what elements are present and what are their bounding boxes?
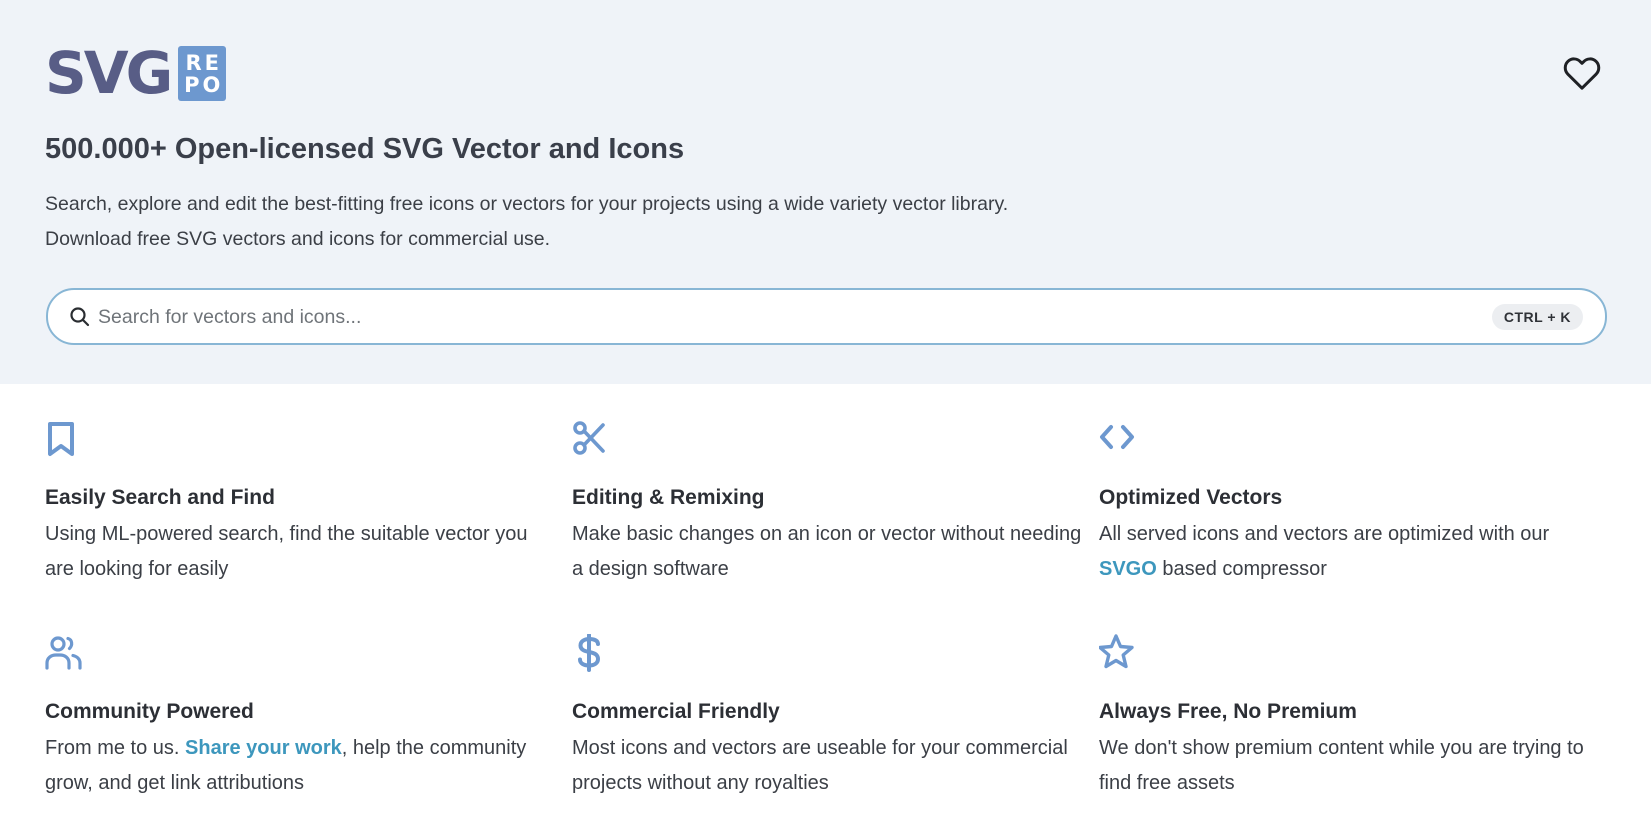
feature-free: Always Free, No Premium We don't show pr… — [1099, 634, 1609, 794]
feature-title: Optimized Vectors — [1099, 486, 1283, 509]
feature-commercial: Commercial Friendly Most icons and vecto… — [572, 634, 1082, 794]
code-icon — [1100, 425, 1134, 449]
search-input[interactable] — [98, 300, 1398, 334]
feature-optimized: Optimized Vectors All served icons and v… — [1099, 420, 1609, 580]
page-subtitle: Search, explore and edit the best-fittin… — [45, 187, 1008, 257]
logo-wordmark: SVG — [45, 39, 173, 107]
svgrepo-logo[interactable]: SVG RE PO — [45, 39, 227, 107]
feature-description: All served icons and vectors are optimiz… — [1099, 523, 1550, 580]
subtitle-line-2: Download free SVG vectors and icons for … — [45, 228, 551, 250]
feature-description: We don't show premium content while you … — [1099, 737, 1584, 794]
feature-description: Using ML-powered search, find the suitab… — [45, 523, 528, 580]
logo-badge-line-2: PO — [184, 72, 224, 97]
feature-title: Community Powered — [45, 700, 254, 723]
feature-title: Always Free, No Premium — [1099, 700, 1357, 723]
search-icon — [70, 307, 90, 327]
heart-icon[interactable] — [1561, 54, 1603, 94]
feature-community: Community Powered From me to us. Share y… — [45, 634, 555, 794]
users-icon — [45, 636, 82, 670]
search-bar[interactable]: CTRL + K — [46, 288, 1607, 345]
logo-badge-line-1: RE — [185, 50, 223, 75]
keyboard-shortcut-badge: CTRL + K — [1491, 304, 1583, 330]
star-icon — [1099, 634, 1134, 669]
scissors-icon — [573, 421, 605, 455]
bookmark-icon — [48, 422, 74, 456]
svgo-link[interactable]: SVGO — [1099, 558, 1157, 580]
page-title: 500.000+ Open-licensed SVG Vector and Ic… — [45, 133, 685, 165]
logo-badge: RE PO — [178, 46, 227, 101]
subtitle-line-1: Search, explore and edit the best-fittin… — [45, 193, 1009, 215]
feature-description: Most icons and vectors are useable for y… — [572, 737, 1068, 794]
feature-title: Easily Search and Find — [45, 486, 275, 509]
feature-editing: Editing & Remixing Make basic changes on… — [572, 420, 1082, 580]
hero-section: SVG RE PO 500.000+ Open-licensed SVG Vec… — [0, 0, 1651, 384]
share-your-work-link[interactable]: Share your work — [185, 737, 342, 759]
feature-description: From me to us. Share your work, help the… — [45, 737, 527, 794]
dollar-icon — [578, 634, 601, 672]
feature-title: Editing & Remixing — [572, 486, 765, 509]
feature-title: Commercial Friendly — [572, 700, 780, 723]
feature-search: Easily Search and Find Using ML-powered … — [45, 420, 555, 580]
feature-description: Make basic changes on an icon or vector … — [572, 523, 1082, 580]
